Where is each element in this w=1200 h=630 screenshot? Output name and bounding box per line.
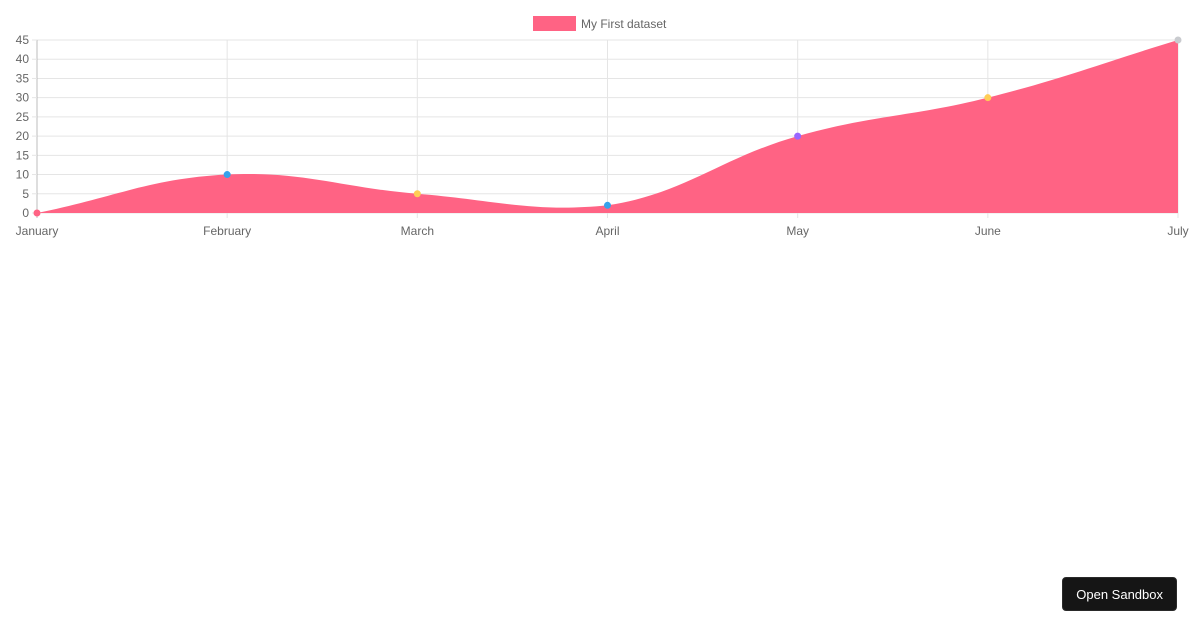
x-axis: January February March April May June July (16, 224, 1189, 238)
legend[interactable]: My First dataset (533, 16, 667, 31)
y-tick-label: 45 (16, 33, 30, 47)
y-tick-label: 30 (16, 91, 30, 105)
open-sandbox-button[interactable]: Open Sandbox (1062, 577, 1177, 611)
y-tick-label: 5 (22, 187, 29, 201)
data-point[interactable] (604, 201, 611, 209)
y-tick-label: 15 (16, 148, 30, 162)
y-axis: 0 5 10 15 20 25 30 35 40 45 (16, 33, 37, 220)
x-tick-label: June (975, 224, 1001, 238)
y-tick-label: 25 (16, 110, 30, 124)
x-tick-label: May (786, 224, 809, 238)
y-tick-label: 10 (16, 168, 30, 182)
data-point[interactable] (984, 94, 992, 102)
y-tick-label: 20 (16, 129, 30, 143)
data-point[interactable] (1174, 36, 1182, 44)
data-point[interactable] (413, 190, 421, 198)
legend-label: My First dataset (581, 17, 667, 31)
data-point[interactable] (33, 209, 41, 217)
x-tick-label: July (1167, 224, 1188, 238)
data-point[interactable] (223, 171, 231, 179)
y-tick-label: 0 (22, 206, 29, 220)
x-tick-label: April (595, 224, 619, 238)
line-area-chart: 0 5 10 15 20 25 30 35 40 45 January February March A… (16, 16, 1189, 238)
legend-swatch (533, 16, 576, 31)
x-tick-label: February (203, 224, 251, 238)
x-tick-label: March (401, 224, 434, 238)
x-tick-label: January (16, 224, 59, 238)
y-tick-label: 35 (16, 71, 30, 85)
data-point[interactable] (794, 132, 802, 140)
y-tick-label: 40 (16, 52, 30, 66)
